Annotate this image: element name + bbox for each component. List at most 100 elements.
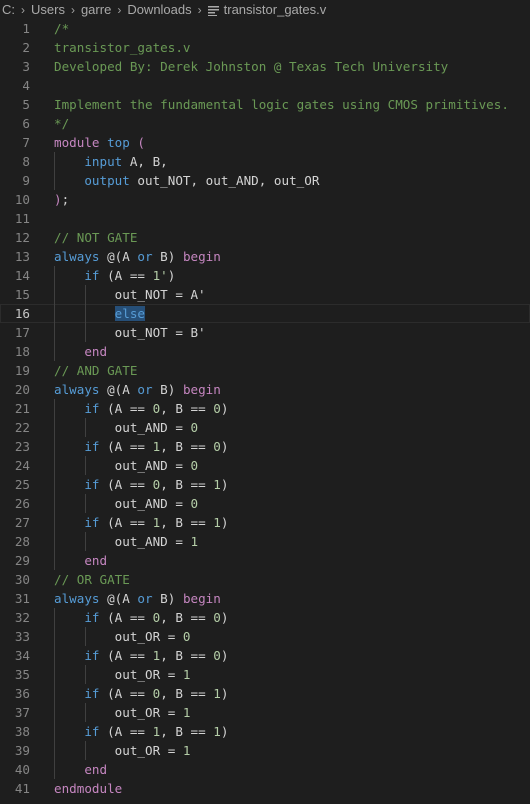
chevron-right-icon: ›	[117, 2, 122, 17]
code-token: (A ==	[99, 686, 153, 701]
code-token: end	[84, 762, 108, 777]
code-line[interactable]: 27 if (A == 1, B == 1)	[0, 513, 530, 532]
code-line[interactable]: 22 out_AND = 0	[0, 418, 530, 437]
code-line[interactable]: 9 output out_NOT, out_AND, out_OR	[0, 171, 530, 190]
code-line[interactable]: 29 end	[0, 551, 530, 570]
code-line[interactable]: 2 transistor_gates.v	[0, 38, 530, 57]
code-token: , B ==	[160, 477, 214, 492]
code-token: */	[54, 116, 70, 131]
code-line[interactable]: 25 if (A == 0, B == 1)	[0, 475, 530, 494]
code-line[interactable]: 3 Developed By: Derek Johnston @ Texas Te…	[0, 57, 530, 76]
code-token: )	[220, 477, 229, 492]
code-line[interactable]: 14 if (A == 1')	[0, 266, 530, 285]
code-line[interactable]: 7 module top (	[0, 133, 530, 152]
selected-token: else	[114, 306, 146, 321]
chevron-right-icon: ›	[21, 2, 25, 17]
breadcrumb-item-downloads[interactable]: Downloads	[125, 2, 193, 17]
code-token: , B ==	[160, 648, 214, 663]
code-line[interactable]: 4	[0, 76, 530, 95]
code-token: , B ==	[160, 515, 214, 530]
code-text: out_NOT = B'	[54, 323, 206, 342]
code-token: B)	[152, 591, 183, 606]
code-line[interactable]: 34 if (A == 1, B == 0)	[0, 646, 530, 665]
code-text: if (A == 0, B == 0)	[54, 608, 228, 627]
code-token: out_OR =	[54, 743, 183, 758]
code-token: )	[54, 192, 62, 207]
code-line[interactable]: 36 if (A == 0, B == 1)	[0, 684, 530, 703]
code-line[interactable]: 15 out_NOT = A'	[0, 285, 530, 304]
code-line[interactable]: 24 out_AND = 0	[0, 456, 530, 475]
code-line[interactable]: 41 endmodule	[0, 779, 530, 798]
line-number: 20	[14, 382, 30, 397]
line-number: 38	[14, 724, 30, 739]
code-text: Developed By: Derek Johnston @ Texas Tec…	[54, 57, 448, 76]
code-token: , B ==	[160, 686, 214, 701]
code-line[interactable]: 26 out_AND = 0	[0, 494, 530, 513]
code-line[interactable]: 10);	[0, 190, 530, 209]
line-number: 33	[14, 629, 30, 644]
code-line[interactable]: 20 always @(A or B) begin	[0, 380, 530, 399]
code-line[interactable]: 1 /*	[0, 19, 530, 38]
code-line[interactable]: 37 out_OR = 1	[0, 703, 530, 722]
code-line[interactable]: 31 always @(A or B) begin	[0, 589, 530, 608]
code-line[interactable]: 19 // AND GATE	[0, 361, 530, 380]
code-line[interactable]: 33 out_OR = 0	[0, 627, 530, 646]
code-line[interactable]: 39 out_OR = 1	[0, 741, 530, 760]
code-token: out_NOT = A'	[54, 287, 206, 302]
code-line[interactable]: 38 if (A == 1, B == 1)	[0, 722, 530, 741]
code-line[interactable]: 18 end	[0, 342, 530, 361]
line-number: 28	[14, 534, 30, 549]
code-token: )	[220, 401, 229, 416]
code-token: 1	[213, 686, 221, 701]
code-line[interactable]: 30 // OR GATE	[0, 570, 530, 589]
line-number: 25	[14, 477, 30, 492]
code-text: input A, B,	[54, 152, 167, 171]
code-line[interactable]: 17 out_NOT = B'	[0, 323, 530, 342]
code-text: output out_NOT, out_AND, out_OR	[54, 171, 319, 190]
code-text: out_AND = 1	[54, 532, 198, 551]
code-line[interactable]: 12 // NOT GATE	[0, 228, 530, 247]
code-line[interactable]: 35 out_OR = 1	[0, 665, 530, 684]
code-line[interactable]: 23 if (A == 1, B == 0)	[0, 437, 530, 456]
code-token: 1	[213, 724, 221, 739]
line-number: 6	[22, 116, 30, 131]
code-text: if (A == 1')	[54, 266, 175, 285]
code-line[interactable]: 16 else	[0, 304, 530, 323]
breadcrumb-item-drive[interactable]: C:	[0, 2, 17, 17]
line-number: 23	[14, 439, 30, 454]
code-line[interactable]: 13 always @(A or B) begin	[0, 247, 530, 266]
code-token: 1	[190, 534, 199, 549]
code-line[interactable]: 32 if (A == 0, B == 0)	[0, 608, 530, 627]
code-line[interactable]: 11	[0, 209, 530, 228]
line-number: 18	[14, 344, 30, 359]
code-text: // OR GATE	[54, 570, 130, 589]
code-token: if	[84, 401, 100, 416]
line-number: 9	[22, 173, 30, 188]
code-line[interactable]: 21 if (A == 0, B == 0)	[0, 399, 530, 418]
code-text: /*	[54, 19, 69, 38]
code-text: out_AND = 0	[54, 456, 198, 475]
code-line[interactable]: 28 out_AND = 1	[0, 532, 530, 551]
code-text: if (A == 1, B == 1)	[54, 722, 228, 741]
chevron-right-icon: ›	[197, 2, 202, 17]
code-text: else	[54, 304, 146, 323]
line-number: 40	[14, 762, 30, 777]
breadcrumb-item-garre[interactable]: garre	[79, 2, 113, 17]
code-editor[interactable]: 1 /* 2 transistor_gates.v 3 Developed By: Der…	[0, 19, 530, 798]
code-line[interactable]: 40 end	[0, 760, 530, 779]
code-text: always @(A or B) begin	[54, 247, 221, 266]
code-token: 1	[182, 705, 191, 720]
breadcrumb-file[interactable]: transistor_gates.v	[222, 2, 329, 17]
code-line[interactable]: 5 Implement the fundamental logic gates u…	[0, 95, 530, 114]
code-token: 0	[213, 439, 221, 454]
file-lines-icon	[207, 5, 219, 16]
breadcrumb-item-users[interactable]: Users	[29, 2, 67, 17]
code-token: @(A	[99, 249, 138, 264]
code-line[interactable]: 8 input A, B,	[0, 152, 530, 171]
code-token: 1	[213, 477, 221, 492]
code-line[interactable]: 6 */	[0, 114, 530, 133]
line-number: 3	[22, 59, 30, 74]
